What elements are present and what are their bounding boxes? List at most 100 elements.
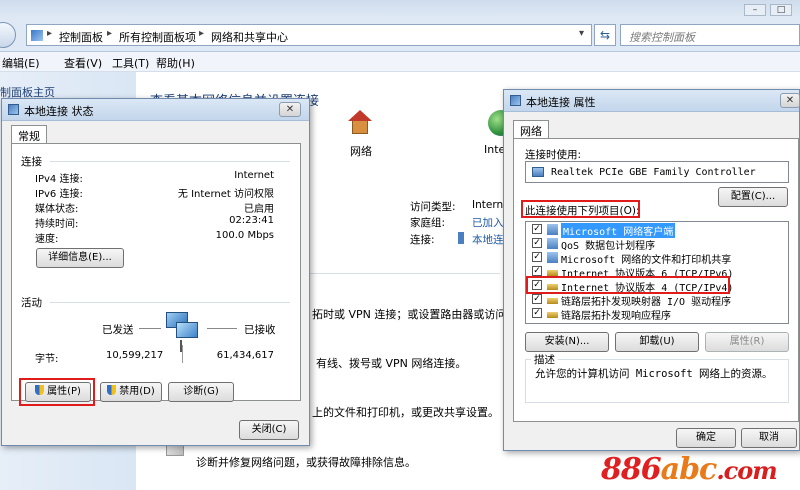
minimize-button[interactable]: – bbox=[744, 4, 766, 16]
maximize-button[interactable]: □ bbox=[770, 4, 792, 16]
menu-view[interactable]: 查看(V) bbox=[64, 55, 102, 71]
list-item-label: QoS 数据包计划程序 bbox=[561, 241, 656, 252]
media-state-label: 媒体状态: bbox=[35, 204, 79, 215]
list-item[interactable]: ✓ 链路层拓扑发现响应程序 bbox=[528, 307, 786, 322]
ok-button[interactable]: 确定 bbox=[676, 428, 736, 448]
duration-value: 02:23:41 bbox=[229, 215, 274, 226]
list-item[interactable]: ✓ Microsoft 网络客户端 bbox=[528, 223, 786, 238]
speed-label: 速度: bbox=[35, 234, 59, 245]
disable-button-label: 禁用(D) bbox=[119, 386, 155, 397]
watermark-part3: .com bbox=[716, 456, 777, 485]
ipv6-label: IPv6 连接: bbox=[35, 189, 83, 200]
address-bar[interactable]: ▸ 控制面板 ▸ 所有控制面板项 ▸ 网络和共享中心 ▾ bbox=[26, 24, 592, 46]
tab-general[interactable]: 常规 bbox=[11, 125, 47, 144]
checkbox[interactable]: ✓ bbox=[532, 224, 542, 234]
troubleshoot-text: 诊断并修复网络问题，或获得故障排除信息。 bbox=[196, 456, 416, 469]
homegroup-label: 家庭组: bbox=[410, 217, 446, 229]
diagnose-button[interactable]: 诊断(G) bbox=[168, 382, 234, 402]
protocol-icon bbox=[547, 312, 558, 318]
watermark-logo: 886abc.com bbox=[601, 452, 778, 487]
uninstall-button[interactable]: 卸载(U) bbox=[615, 332, 699, 352]
list-item-label: Microsoft 网络客户端 bbox=[561, 223, 676, 238]
checkbox[interactable]: ✓ bbox=[532, 238, 542, 248]
window-top-strip: – □ bbox=[0, 0, 800, 18]
home-network-icon bbox=[346, 110, 374, 136]
address-dropdown-icon[interactable]: ▾ bbox=[579, 28, 584, 39]
list-item[interactable]: ✓ 链路层拓扑发现映射器 I/O 驱动程序 bbox=[528, 293, 786, 308]
properties-dialog: 本地连接 属性 ✕ 网络 连接时使用: Realtek PCIe GBE Fam… bbox=[503, 89, 800, 451]
details-button[interactable]: 详细信息(E)... bbox=[36, 248, 124, 268]
menu-tools[interactable]: 工具(T) bbox=[112, 55, 149, 71]
bytes-sent-value: 10,599,217 bbox=[106, 350, 164, 361]
divider bbox=[50, 161, 290, 162]
breadcrumb-item[interactable]: 网络和共享中心 bbox=[211, 29, 288, 45]
search-input[interactable]: 搜索控制面板 bbox=[620, 24, 800, 46]
adapter-icon bbox=[532, 167, 544, 177]
duration-label: 持续时间: bbox=[35, 219, 79, 230]
watermark-part2: abc bbox=[660, 452, 718, 487]
divider bbox=[182, 345, 183, 363]
access-type-value: Intern bbox=[472, 199, 504, 211]
list-item[interactable]: ✓ Microsoft 网络的文件和打印机共享 bbox=[528, 251, 786, 266]
close-icon[interactable]: ✕ bbox=[279, 102, 301, 117]
disable-button[interactable]: 禁用(D) bbox=[100, 382, 162, 402]
sent-line bbox=[139, 328, 161, 329]
client-icon bbox=[547, 224, 558, 235]
close-icon[interactable]: ✕ bbox=[780, 93, 800, 108]
divider bbox=[310, 273, 500, 274]
network-adapter-icon bbox=[510, 95, 521, 106]
menu-help[interactable]: 帮助(H) bbox=[156, 55, 195, 71]
description-text: 允许您的计算机访问 Microsoft 网络上的资源。 bbox=[535, 368, 773, 380]
media-state-value: 已启用 bbox=[244, 204, 274, 215]
bytes-received-value: 61,434,617 bbox=[216, 350, 274, 361]
configure-button[interactable]: 配置(C)... bbox=[718, 187, 788, 207]
breadcrumb-item[interactable]: 控制面板 bbox=[59, 29, 103, 45]
ipv4-highlight bbox=[526, 276, 730, 294]
list-item[interactable]: ✓ QoS 数据包计划程序 bbox=[528, 237, 786, 252]
connect-using-label: 连接时使用: bbox=[525, 149, 582, 161]
components-list[interactable]: ✓ Microsoft 网络客户端 ✓ QoS 数据包计划程序 ✓ Micros… bbox=[525, 221, 789, 324]
close-button[interactable]: 关闭(C) bbox=[239, 420, 299, 440]
ipv4-value: Internet bbox=[234, 170, 274, 181]
bytes-label: 字节: bbox=[35, 354, 59, 365]
speed-value: 100.0 Mbps bbox=[215, 230, 274, 241]
search-placeholder: 搜索控制面板 bbox=[629, 31, 695, 44]
list-item-label: Microsoft 网络的文件和打印机共享 bbox=[561, 255, 732, 266]
checkbox[interactable]: ✓ bbox=[532, 294, 542, 304]
checkbox[interactable]: ✓ bbox=[532, 308, 542, 318]
properties-dialog-titlebar: 本地连接 属性 ✕ bbox=[504, 90, 800, 112]
service-icon bbox=[547, 238, 558, 249]
checkbox[interactable]: ✓ bbox=[532, 266, 542, 276]
network-adapter-icon bbox=[8, 104, 19, 115]
homegroup-link[interactable]: 已加入 bbox=[472, 215, 504, 230]
status-dialog-titlebar: 本地连接 状态 ✕ bbox=[2, 99, 309, 121]
adapter-name: Realtek PCIe GBE Family Controller bbox=[551, 167, 756, 178]
local-connection-link[interactable]: 本地连 bbox=[472, 232, 504, 247]
watermark-part1: 886 bbox=[601, 452, 662, 487]
breadcrumb-item[interactable]: 所有控制面板项 bbox=[119, 29, 196, 45]
ipv4-label: IPv4 连接: bbox=[35, 174, 83, 185]
tab-network[interactable]: 网络 bbox=[513, 120, 549, 139]
properties-highlight bbox=[19, 378, 95, 406]
checkbox[interactable]: ✓ bbox=[532, 252, 542, 262]
homegroup-sharing-text: 上的文件和打印机，或更改共享设置。 bbox=[312, 406, 499, 419]
status-dialog-title: 本地连接 状态 bbox=[24, 105, 94, 118]
connect-network-text: 有线、拨号或 VPN 网络连接。 bbox=[316, 357, 467, 370]
breadcrumb-separator-icon: ▸ bbox=[47, 28, 53, 39]
refresh-icon[interactable]: ⇆ bbox=[594, 24, 616, 46]
connection-label: 连接: bbox=[410, 234, 435, 246]
item-properties-button[interactable]: 属性(R) bbox=[705, 332, 789, 352]
received-line bbox=[207, 328, 237, 329]
adapter-field[interactable]: Realtek PCIe GBE Family Controller bbox=[525, 161, 789, 183]
description-header: 描述 bbox=[531, 352, 558, 367]
menu-edit[interactable]: 编辑(E) bbox=[2, 55, 40, 71]
service-icon bbox=[547, 252, 558, 263]
setup-connection-text: 拓时或 VPN 连接；或设置路由器或访问点。 bbox=[312, 308, 529, 321]
menu-bar: 编辑(E) 查看(V) 工具(T) 帮助(H) bbox=[0, 52, 800, 72]
ipv6-value: 无 Internet 访问权限 bbox=[177, 189, 274, 200]
cancel-button[interactable]: 取消 bbox=[741, 428, 797, 448]
install-button[interactable]: 安装(N)... bbox=[525, 332, 609, 352]
connection-icon bbox=[458, 232, 464, 244]
activity-header: 活动 bbox=[21, 297, 42, 309]
protocol-icon bbox=[547, 298, 558, 304]
